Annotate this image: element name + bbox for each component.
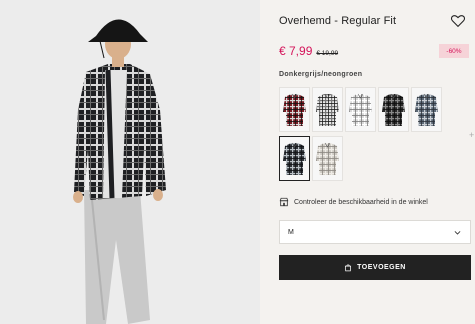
chevron-down-icon [454,230,461,235]
add-to-cart-label: TOEVOEGEN [357,264,406,271]
size-value: M [288,228,294,236]
color-swatch[interactable] [378,87,409,132]
color-swatch[interactable] [279,87,310,132]
store-availability-label: Controleer de beschikbaarheid in de wink… [294,198,428,206]
color-swatch[interactable] [312,136,343,181]
plus-icon: + [469,130,475,140]
price-row: € 7,99 € 19,99 [279,44,338,58]
store-icon [279,197,289,207]
color-swatch[interactable] [279,136,310,181]
color-name: Donkergrijs/neongroen [279,71,363,78]
add-to-cart-button[interactable]: TOEVOEGEN [279,255,471,280]
product-photo[interactable] [0,0,260,324]
bag-icon [345,264,352,272]
size-select[interactable]: M [279,220,471,244]
discount-badge: -60% [439,44,469,58]
color-swatch[interactable] [411,87,442,132]
product-title: Overhemd - Regular Fit [279,15,397,27]
store-availability-link[interactable]: Controleer de beschikbaarheid in de wink… [279,197,428,207]
sale-price: € 7,99 [279,44,313,58]
color-swatch[interactable] [312,87,343,132]
heart-icon[interactable] [450,13,466,29]
color-swatch[interactable] [345,87,376,132]
original-price: € 19,99 [316,50,339,57]
